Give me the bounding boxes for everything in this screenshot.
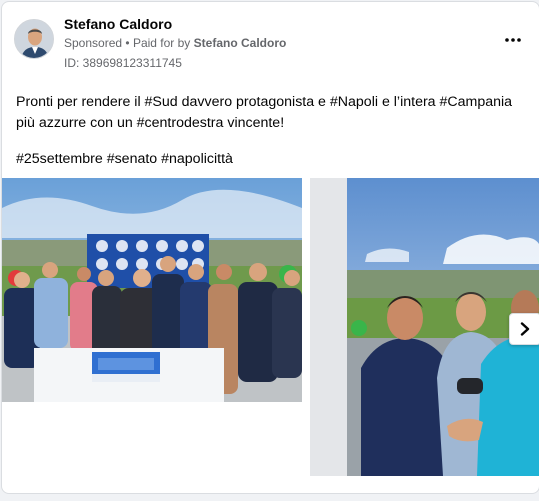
carousel-image-2[interactable] <box>310 178 539 476</box>
advertiser-name[interactable]: Stefano Caldoro <box>64 16 172 32</box>
sponsored-line: Sponsored • Paid for by Stefano Caldoro <box>64 36 286 50</box>
more-options-icon <box>505 38 521 42</box>
carousel-next-button[interactable] <box>509 313 539 345</box>
image-carousel <box>2 178 539 478</box>
sponsored-label: Sponsored <box>64 36 123 50</box>
paid-for-name: Stefano Caldoro <box>193 36 287 50</box>
paid-for-prefix: Paid for by <box>132 36 191 50</box>
ad-card: Stefano Caldoro Sponsored • Paid for by … <box>1 1 539 494</box>
post-text: Pronti per rendere il #Sud davvero prota… <box>16 94 513 131</box>
post-hashtags: #25settembre #senato #napolicittà <box>16 151 233 167</box>
advertiser-avatar[interactable] <box>14 19 54 59</box>
carousel-image-1[interactable] <box>2 178 302 402</box>
avatar-photo <box>15 20 53 58</box>
more-options-button[interactable] <box>503 30 523 50</box>
group-photo-cake-cutting <box>2 178 302 402</box>
meta-separator: • <box>125 36 130 50</box>
chevron-right-icon <box>520 322 530 336</box>
ad-id: ID: 389698123311745 <box>64 56 182 70</box>
